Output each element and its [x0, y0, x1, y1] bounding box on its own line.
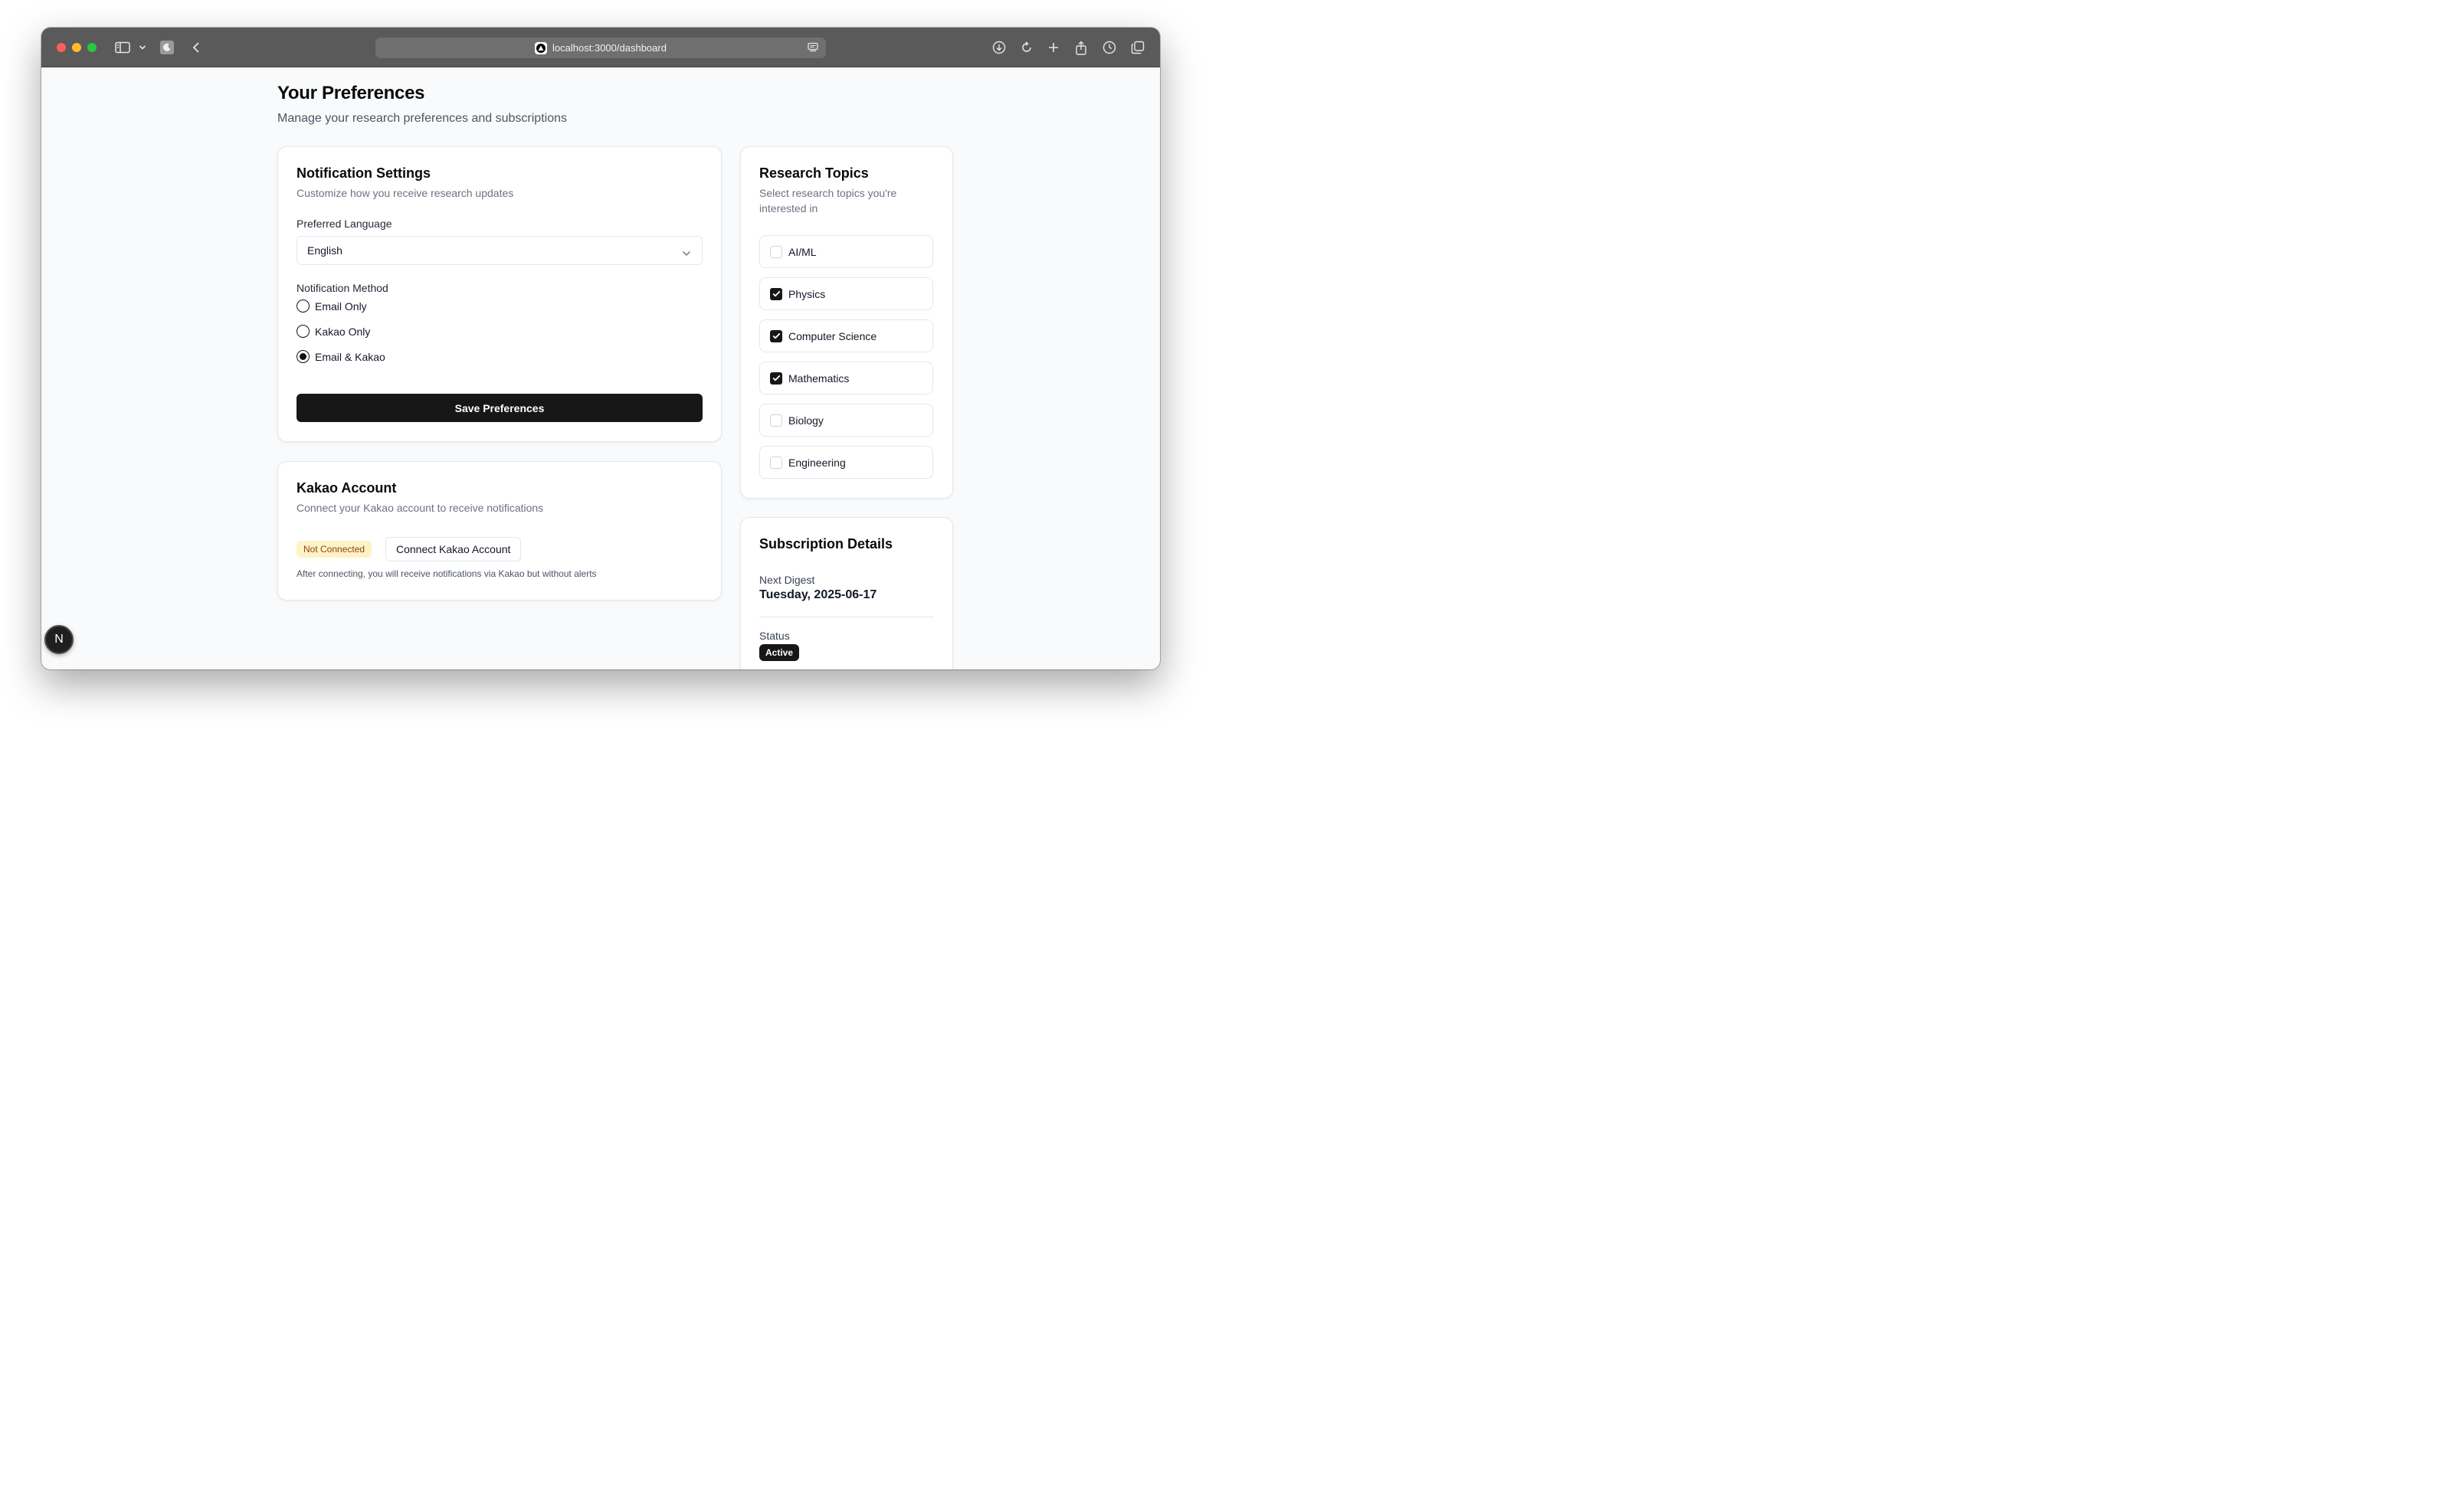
site-favicon-icon	[535, 41, 548, 54]
next-digest-value: Tuesday, 2025-06-17	[759, 588, 877, 601]
radio-button-selected[interactable]	[297, 350, 310, 363]
download-icon[interactable]	[991, 38, 1007, 57]
page-subtitle: Manage your research preferences and sub…	[277, 112, 567, 125]
tab-overview-icon[interactable]	[1130, 38, 1145, 57]
share-icon[interactable]	[1074, 38, 1088, 57]
address-text: localhost:3000/dashboard	[552, 42, 667, 54]
topic-engineering[interactable]: Engineering	[759, 446, 933, 479]
topic-mathematics[interactable]: Mathematics	[759, 362, 933, 394]
new-tab-icon[interactable]	[1047, 38, 1060, 57]
topic-label: Engineering	[788, 456, 846, 469]
radio-label: Kakao Only	[315, 325, 371, 338]
next-digest-label: Next Digest	[759, 574, 815, 586]
page-content: Your Preferences Manage your research pr…	[41, 67, 1160, 669]
notification-settings-card: Notification Settings Customize how you …	[277, 146, 722, 442]
radio-label: Email Only	[315, 299, 367, 313]
topic-label: Biology	[788, 414, 824, 427]
card-title: Kakao Account	[297, 480, 397, 496]
checkbox-checked[interactable]	[770, 372, 782, 385]
close-window-button[interactable]	[57, 43, 66, 52]
helper-note: After connecting, you will receive notif…	[297, 568, 597, 579]
minimize-window-button[interactable]	[72, 43, 81, 52]
card-subtitle: Customize how you receive research updat…	[297, 187, 514, 199]
nextjs-dev-indicator[interactable]: N	[44, 625, 74, 654]
maximize-window-button[interactable]	[87, 43, 97, 52]
topic-label: Computer Science	[788, 329, 877, 342]
topic-label: AI/ML	[788, 245, 817, 258]
radio-kakao-only[interactable]: Kakao Only	[297, 325, 370, 338]
topic-physics[interactable]: Physics	[759, 277, 933, 310]
card-subtitle: Select research topics you're interested…	[759, 187, 897, 214]
back-icon[interactable]	[190, 38, 202, 57]
select-value: English	[307, 244, 342, 257]
status-badge: Active	[759, 644, 800, 661]
history-icon[interactable]	[1102, 38, 1117, 57]
chevron-down-icon[interactable]	[138, 38, 147, 57]
page-title: Your Preferences	[277, 83, 425, 103]
radio-email-and-kakao[interactable]: Email & Kakao	[297, 350, 385, 363]
browser-window: localhost:3000/dashboard Your Preference…	[41, 28, 1160, 669]
address-bar[interactable]: localhost:3000/dashboard	[375, 38, 826, 58]
radio-email-only[interactable]: Email Only	[297, 299, 367, 313]
topic-computer-science[interactable]: Computer Science	[759, 319, 933, 352]
chevron-down-icon	[682, 247, 691, 259]
card-subtitle: Connect your Kakao account to receive no…	[297, 502, 544, 514]
card-title: Notification Settings	[297, 165, 431, 181]
research-topics-card: Research Topics Select research topics y…	[740, 146, 953, 499]
checkbox-checked[interactable]	[770, 329, 782, 342]
preferred-language-label: Preferred Language	[297, 218, 392, 230]
preferred-language-select[interactable]: English	[297, 236, 703, 265]
card-title: Research Topics	[759, 165, 869, 181]
reader-mode-icon[interactable]	[808, 42, 818, 55]
topic-biology[interactable]: Biology	[759, 404, 933, 437]
radio-button[interactable]	[297, 299, 310, 313]
checkbox[interactable]	[770, 245, 782, 258]
topic-label: Mathematics	[788, 372, 850, 385]
connect-kakao-button[interactable]: Connect Kakao Account	[385, 537, 522, 561]
topic-label: Physics	[788, 287, 826, 300]
status-label: Status	[759, 630, 790, 642]
dark-mode-extension-icon[interactable]	[159, 38, 175, 57]
status-badge: Not Connected	[297, 541, 372, 558]
checkbox[interactable]	[770, 456, 782, 469]
checkbox[interactable]	[770, 414, 782, 427]
radio-button[interactable]	[297, 325, 310, 338]
card-title: Subscription Details	[759, 536, 893, 552]
sidebar-toggle-icon[interactable]	[114, 38, 131, 57]
notification-method-label: Notification Method	[297, 282, 388, 294]
browser-toolbar: localhost:3000/dashboard	[41, 28, 1160, 67]
radio-label: Email & Kakao	[315, 350, 385, 363]
subscription-details-card: Subscription Details Next Digest Tuesday…	[740, 517, 953, 669]
checkbox-checked[interactable]	[770, 287, 782, 300]
reload-icon[interactable]	[1020, 38, 1034, 57]
topic-ai-ml[interactable]: AI/ML	[759, 235, 933, 268]
save-preferences-button[interactable]: Save Preferences	[297, 394, 703, 422]
kakao-account-card: Kakao Account Connect your Kakao account…	[277, 461, 722, 601]
